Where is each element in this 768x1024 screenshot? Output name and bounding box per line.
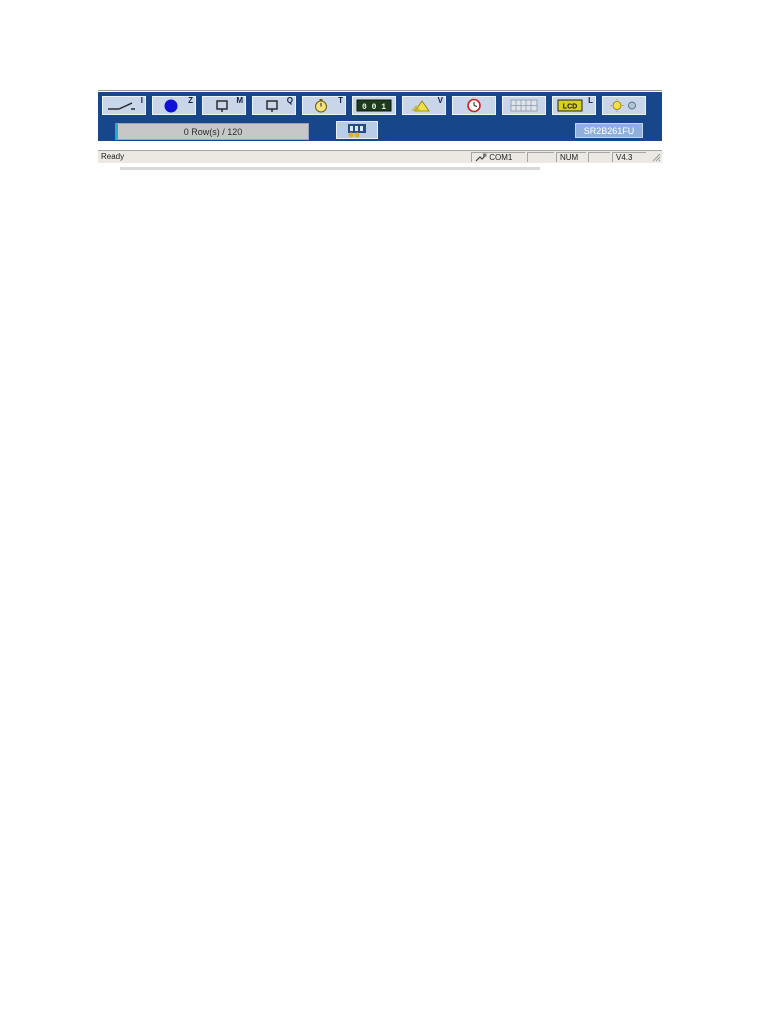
outputs-label: Q xyxy=(286,96,293,105)
clock-icon xyxy=(467,98,481,113)
version-indicator: V4.3 xyxy=(612,152,646,162)
simulation-icon xyxy=(348,123,366,137)
status-blank-cell-2 xyxy=(588,152,610,162)
lcd-button[interactable]: LCD L xyxy=(552,96,596,115)
resize-grip-icon[interactable] xyxy=(652,153,661,162)
grid-panel-icon xyxy=(510,99,538,112)
key-input-button[interactable]: Z xyxy=(152,96,196,115)
lcd-label: L xyxy=(588,96,593,105)
aux-relay-label: M xyxy=(236,96,243,105)
inputs-label: I xyxy=(140,96,143,105)
key-input-label: Z xyxy=(188,96,193,105)
timer-button[interactable]: T xyxy=(302,96,346,115)
ladder-editor-window: I Z M Q T 0 0 1 V LCD L 0 Row(s) / 120 S… xyxy=(98,92,662,164)
status-blank-cell xyxy=(527,152,554,162)
contact-switch-icon xyxy=(108,102,135,110)
status-bar: Ready COM1 NUM V4.3 xyxy=(98,150,662,163)
cropped-text-fragment xyxy=(120,167,540,170)
element-toolbar: I Z M Q T 0 0 1 V LCD L xyxy=(98,92,662,119)
module-model-label: SR2B261FU xyxy=(575,123,643,138)
text-button[interactable] xyxy=(502,96,546,115)
port-indicator: COM1 xyxy=(471,152,525,162)
status-text: Ready xyxy=(101,152,125,161)
analog-compare-button[interactable]: V xyxy=(402,96,446,115)
counter-digits: 0 0 1 xyxy=(362,103,386,112)
inputs-button[interactable]: I xyxy=(102,96,146,115)
lamp-icon xyxy=(610,98,636,113)
lcd-icon-text: LCD xyxy=(563,104,577,111)
program-info-panel: 0 Row(s) / 120 SR2B261FU xyxy=(98,119,662,141)
simulation-button[interactable] xyxy=(336,121,378,139)
analog-compare-label: V xyxy=(437,96,443,105)
window-top-border xyxy=(98,90,662,91)
counter-display-icon: 0 0 1 xyxy=(356,99,392,112)
counter-button[interactable]: 0 0 1 xyxy=(352,96,396,115)
row-count-indicator: 0 Row(s) / 120 xyxy=(115,123,309,140)
port-text: COM1 xyxy=(489,153,513,162)
num-lock-indicator: NUM xyxy=(556,152,586,162)
rtc-button[interactable] xyxy=(452,96,496,115)
plug-icon xyxy=(475,153,487,162)
backlight-button[interactable] xyxy=(602,96,646,115)
aux-relay-button[interactable]: M xyxy=(202,96,246,115)
timer-label: T xyxy=(338,96,343,105)
outputs-button[interactable]: Q xyxy=(252,96,296,115)
